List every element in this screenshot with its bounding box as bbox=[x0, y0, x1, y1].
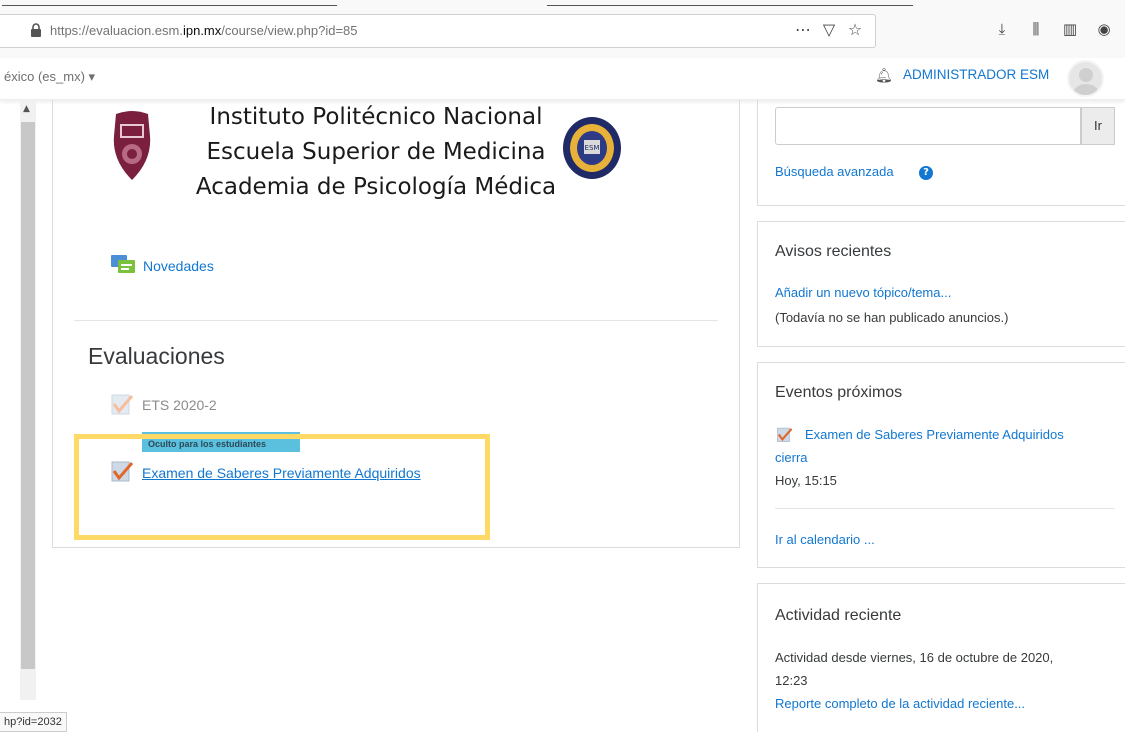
event-time: Hoy, 15:15 bbox=[775, 473, 837, 488]
news-block bbox=[757, 221, 1125, 347]
school-name: Escuela Superior de Medicina bbox=[206, 139, 546, 165]
library-icon[interactable]: ⫼ bbox=[1019, 20, 1053, 38]
activity-since-time: 12:23 bbox=[775, 673, 808, 688]
url-text[interactable]: https://evaluacion.esm.ipn.mx/course/vie… bbox=[50, 23, 358, 38]
browser-tools: ⤓ ⫼ ▥ ◉ bbox=[985, 20, 1121, 38]
event-link[interactable]: Examen de Saberes Previamente Adquiridos bbox=[805, 427, 1064, 442]
academy-name: Academia de Psicología Médica bbox=[195, 174, 557, 200]
institution-name: Instituto Politécnico Nacional bbox=[209, 104, 543, 130]
more-actions-icon[interactable]: ⋯ bbox=[790, 20, 816, 39]
sidebar-toggle-icon[interactable]: ▥ bbox=[1053, 20, 1087, 38]
avatar[interactable] bbox=[1067, 60, 1104, 97]
account-icon[interactable]: ◉ bbox=[1087, 20, 1121, 38]
status-bar-url: hp?id=2032 bbox=[0, 712, 67, 732]
page-actions: ⋯ ▽ ☆ bbox=[790, 20, 868, 39]
block-divider bbox=[775, 508, 1115, 509]
scrollbar-thumb[interactable] bbox=[21, 122, 35, 669]
calendar-link[interactable]: Ir al calendario ... bbox=[775, 532, 875, 547]
news-forum-link[interactable]: Novedades bbox=[143, 258, 214, 274]
full-report-link[interactable]: Reporte completo de la actividad recient… bbox=[775, 696, 1025, 711]
svg-text:ESM: ESM bbox=[585, 144, 600, 152]
activity-ets-link[interactable]: ETS 2020-2 bbox=[142, 397, 217, 413]
pocket-icon[interactable]: ▽ bbox=[816, 20, 842, 39]
news-block-title: Avisos recientes bbox=[775, 243, 892, 260]
tab-strip-edge bbox=[2, 5, 337, 6]
add-topic-link[interactable]: Añadir un nuevo tópico/tema... bbox=[775, 285, 951, 300]
help-icon[interactable]: ? bbox=[919, 166, 933, 180]
section-title: Evaluaciones bbox=[88, 343, 225, 369]
activity-block-title: Actividad reciente bbox=[775, 607, 902, 624]
events-block-title: Eventos próximos bbox=[775, 384, 903, 401]
search-input[interactable] bbox=[775, 107, 1081, 145]
section-divider bbox=[74, 320, 718, 321]
activity-since-text: Actividad desde viernes, 16 de octubre d… bbox=[775, 650, 1054, 665]
notification-bell-icon[interactable]: 🔔︎ bbox=[875, 68, 893, 84]
bookmark-star-icon[interactable]: ☆ bbox=[842, 20, 868, 39]
forum-icon bbox=[111, 255, 135, 273]
language-menu[interactable]: éxico (es_mx) ▾ bbox=[4, 69, 95, 85]
institution-header: Instituto Politécnico Nacional Escuela S… bbox=[186, 100, 566, 205]
scroll-up-arrow-icon[interactable]: ▲ bbox=[23, 104, 30, 114]
tab-strip-edge bbox=[547, 5, 913, 6]
no-news-text: (Todavía no se han publicado anuncios.) bbox=[775, 310, 1009, 325]
lock-icon[interactable] bbox=[30, 23, 42, 37]
quiz-icon bbox=[111, 394, 134, 415]
ipn-logo bbox=[113, 111, 151, 180]
downloads-icon[interactable]: ⤓ bbox=[985, 20, 1019, 38]
advanced-search-link[interactable]: Búsqueda avanzada bbox=[775, 164, 894, 179]
highlight-annotation bbox=[74, 434, 490, 540]
esm-logo: ESM bbox=[563, 117, 621, 179]
event-status[interactable]: cierra bbox=[775, 450, 808, 465]
user-menu-name[interactable]: ADMINISTRADOR ESM bbox=[903, 67, 1049, 82]
search-submit-button[interactable]: Ir bbox=[1081, 107, 1115, 145]
quiz-icon bbox=[777, 427, 793, 442]
